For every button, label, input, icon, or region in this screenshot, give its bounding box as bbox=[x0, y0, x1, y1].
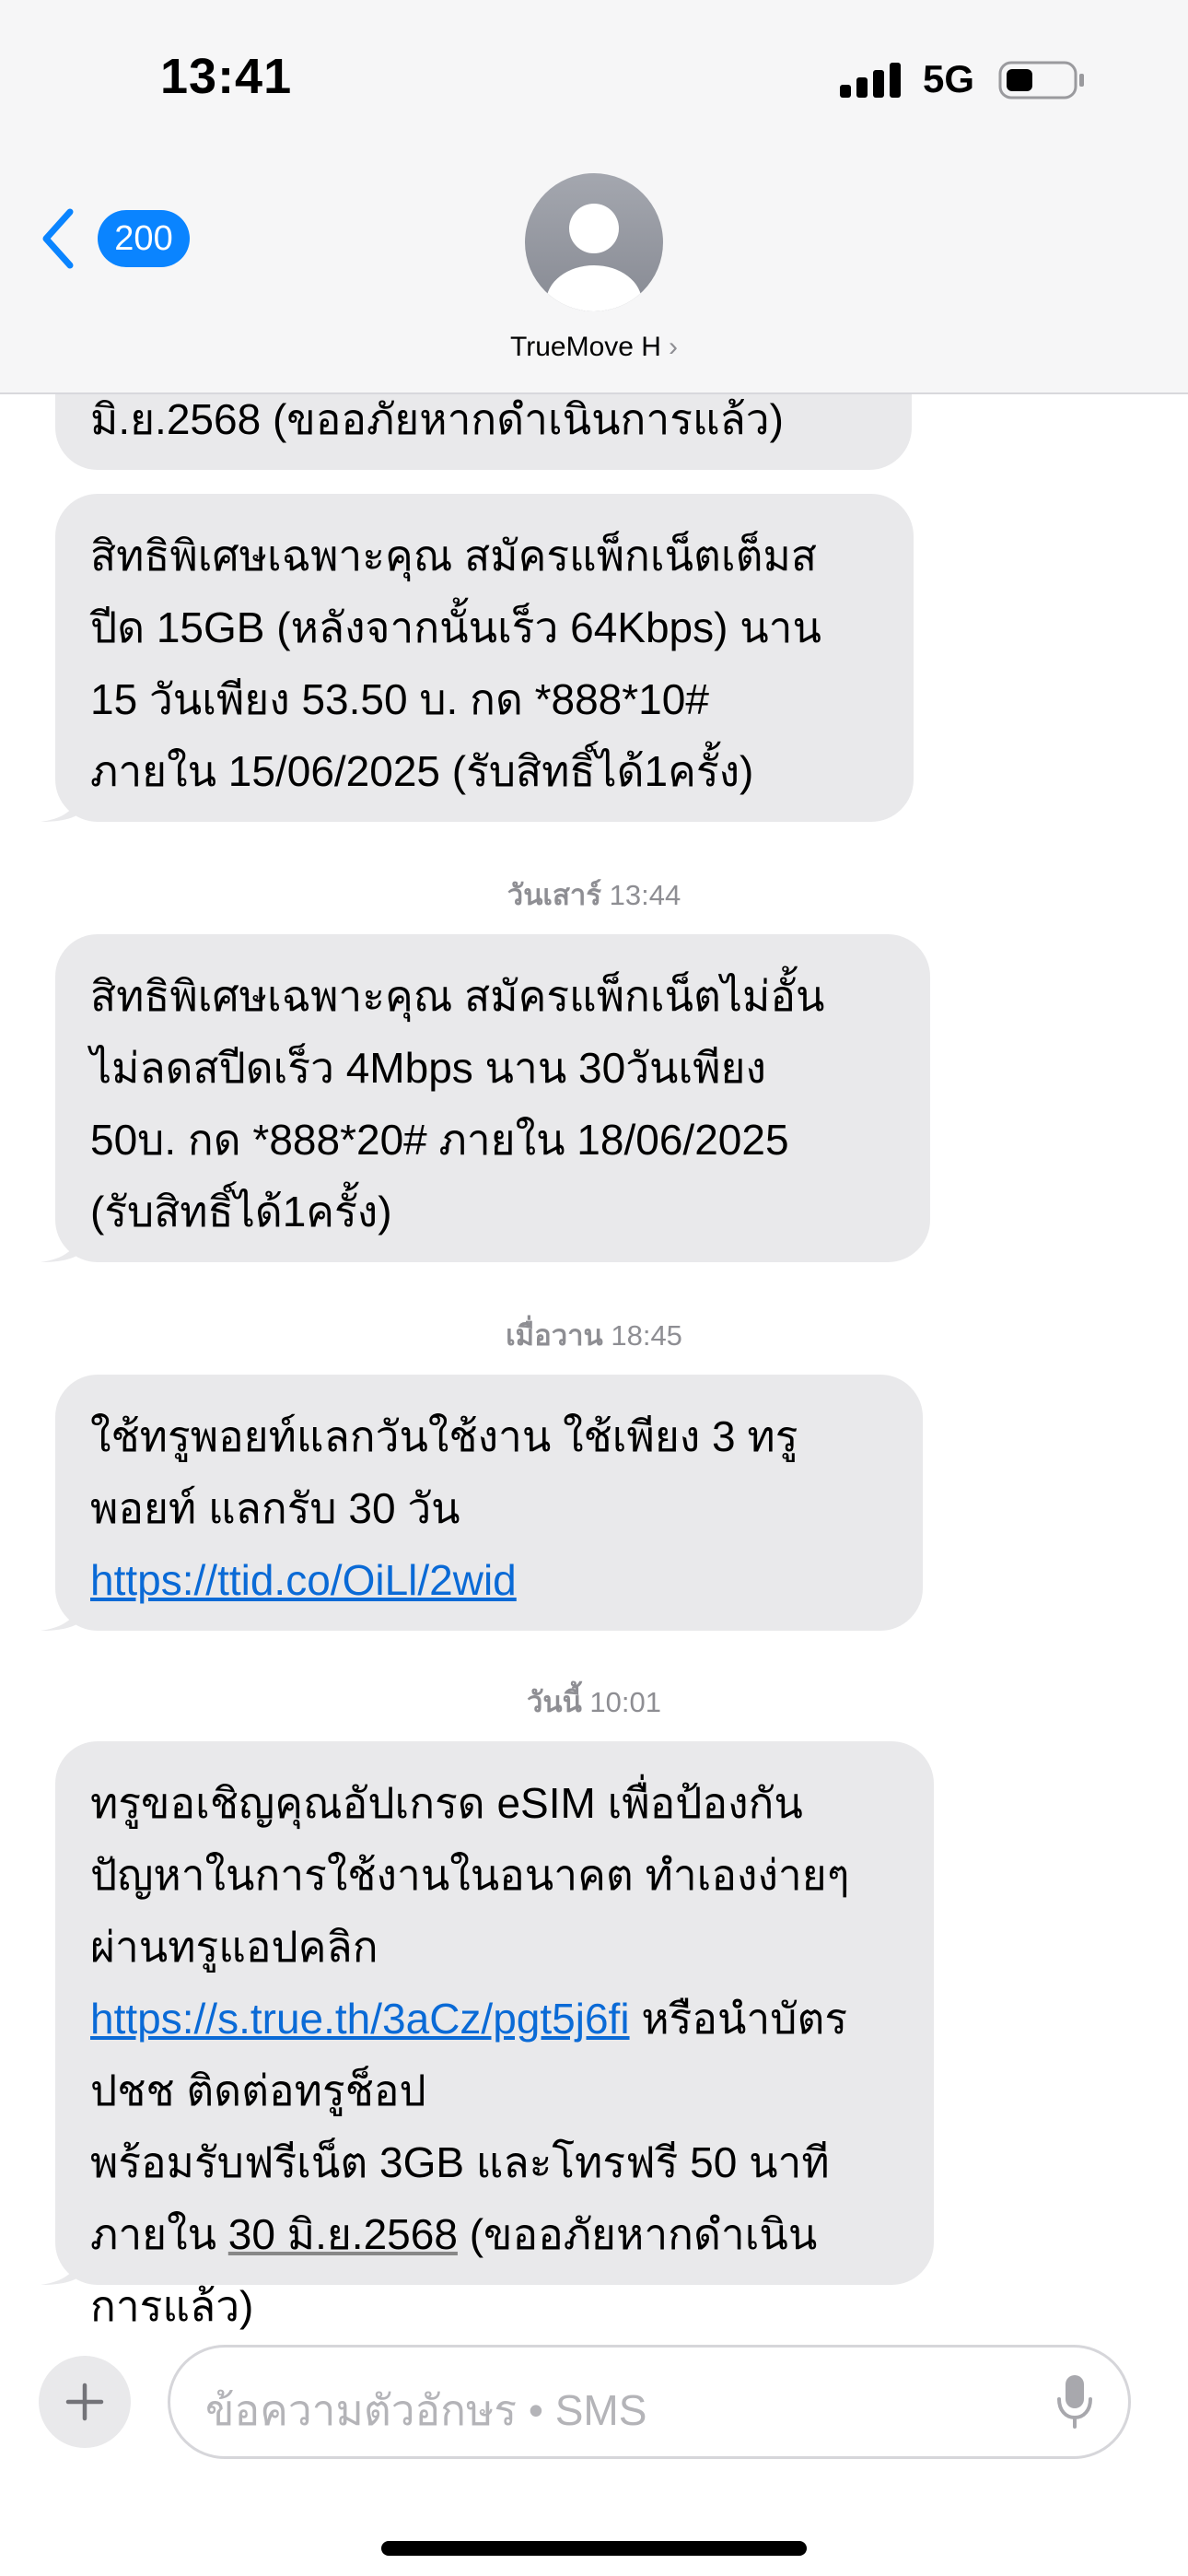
message-text: สิทธิพิเศษเฉพาะคุณ สมัครแพ็กเน็ตเต็มส ปี… bbox=[90, 532, 821, 795]
message-link[interactable]: https://ttid.co/OiLl/2wid bbox=[90, 1556, 517, 1604]
contact-name[interactable]: TrueMove H › bbox=[0, 332, 1188, 363]
unread-count-badge: 200 bbox=[98, 210, 190, 267]
bubble-tail-icon bbox=[41, 1222, 81, 1262]
network-type: 5G bbox=[923, 57, 975, 100]
bubble-tail-icon bbox=[41, 1590, 81, 1631]
chevron-right-icon: › bbox=[668, 332, 678, 362]
status-time: 13:41 bbox=[160, 49, 293, 104]
message-text: ใช้ทรูพอยท์แลกวันใช้งาน ใช้เพียง 3 ทรู พ… bbox=[90, 1412, 798, 1604]
battery-icon bbox=[998, 61, 1084, 100]
date-link[interactable]: 30 มิ.ย.2568 bbox=[228, 2210, 458, 2258]
message-text: ทรูขอเชิญคุณอัปเกรด eSIM เพื่อป้องกัน ปั… bbox=[90, 1779, 850, 2330]
message-text: สิทธิพิเศษเฉพาะคุณ สมัครแพ็กเน็ตไม่อั้น … bbox=[90, 972, 825, 1235]
person-icon bbox=[546, 204, 642, 311]
bubble-tail-icon bbox=[41, 781, 81, 822]
timestamp: วันนี้ 10:01 bbox=[527, 1686, 661, 1718]
conversation-header: 13:41 5G 200 TrueMove H › bbox=[0, 0, 1188, 394]
message-link[interactable]: https://s.true.th/3aCz/pgt5j6fi bbox=[90, 1995, 630, 2043]
timestamp: วันเสาร์ 13:44 bbox=[507, 879, 681, 911]
back-button[interactable]: 200 bbox=[37, 206, 203, 271]
timestamp: เมื่อวาน 18:45 bbox=[506, 1319, 682, 1352]
chevron-left-icon bbox=[42, 208, 74, 269]
message-bubble[interactable]: ทรูขอเชิญคุณอัปเกรด eSIM เพื่อป้องกัน ปั… bbox=[41, 1741, 934, 2330]
message-bubble[interactable]: สิทธิพิเศษเฉพาะคุณ สมัครแพ็กเน็ตเต็มส ปี… bbox=[41, 494, 914, 822]
avatar[interactable] bbox=[525, 173, 663, 311]
bubble-tail-icon bbox=[41, 2244, 81, 2285]
message-bubble[interactable]: สิทธิพิเศษเฉพาะคุณ สมัครแพ็กเน็ตไม่อั้น … bbox=[41, 934, 930, 1262]
message-bubble[interactable]: ใช้ทรูพอยท์แลกวันใช้งาน ใช้เพียง 3 ทรู พ… bbox=[41, 1375, 923, 1631]
cellular-signal-icon bbox=[840, 63, 901, 98]
